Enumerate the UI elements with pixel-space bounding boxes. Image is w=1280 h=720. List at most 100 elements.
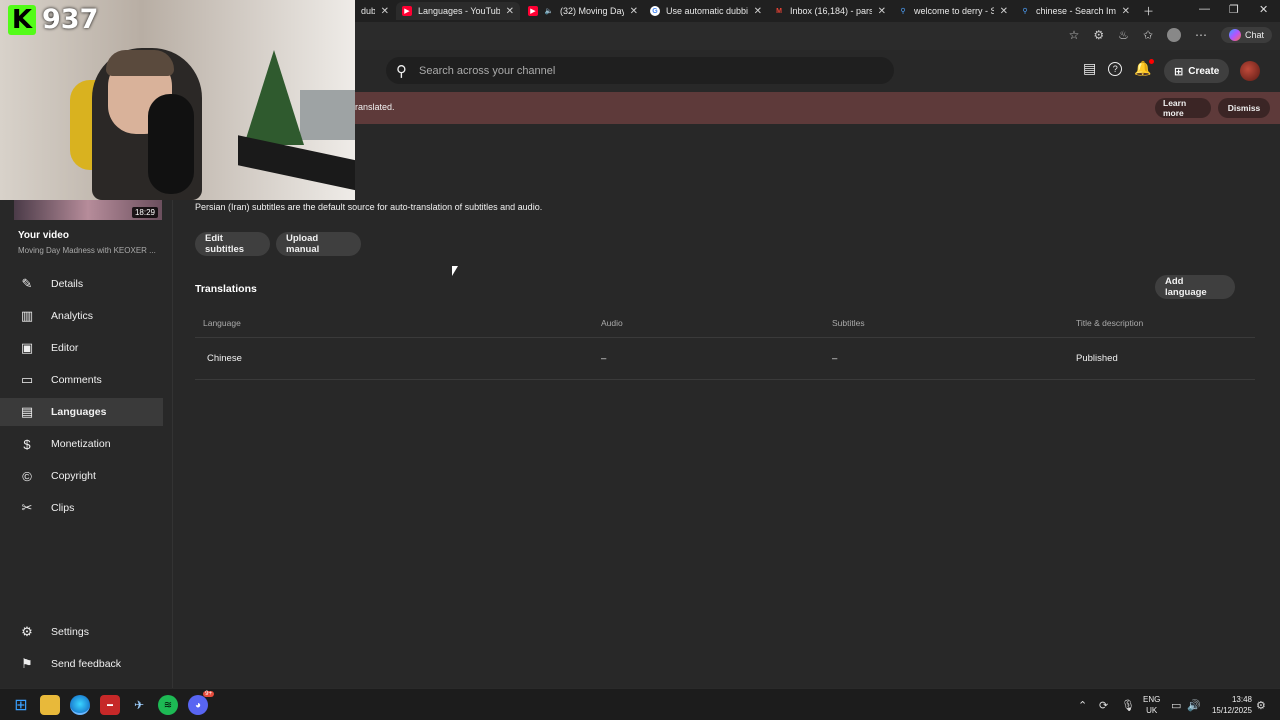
browser-tab[interactable]: ⚲ welcome to derry - Sea ✕ (892, 2, 1014, 20)
spotify-icon[interactable]: ≋ (158, 695, 178, 715)
sidebar-item-settings[interactable]: ⚙ Settings (0, 618, 163, 646)
studio-sidebar: 18:29 Your video Moving Day Madness with… (0, 200, 173, 688)
browser-tab[interactable]: G Use automatic dubbing ✕ (644, 2, 768, 20)
close-tab-icon[interactable]: ✕ (630, 6, 638, 17)
network-icon[interactable]: ▭ (1171, 689, 1181, 720)
profile-icon[interactable] (1166, 28, 1181, 42)
browser-tab[interactable]: ▶ 🔈 (32) Moving Day M ✕ (522, 2, 644, 20)
notifications-icon[interactable]: 🔔 (1134, 59, 1154, 77)
system-clock[interactable]: 13:48 15/12/2025 (1212, 694, 1252, 716)
help-icon[interactable]: ? (1108, 61, 1123, 76)
video-duration: 18:29 (131, 207, 158, 218)
language-code: ENG (1143, 695, 1161, 704)
speaker-icon[interactable]: 🔈 (544, 6, 554, 16)
account-avatar[interactable] (1240, 61, 1260, 81)
sidebar-item-feedback[interactable]: ⚑ Send feedback (0, 650, 163, 678)
learn-more-button[interactable]: Learn more (1155, 98, 1211, 118)
row-language: Chinese (207, 353, 242, 364)
kick-logo-icon: K (8, 4, 36, 35)
channel-search-bar[interactable]: ⚲ Search across your channel (386, 57, 894, 84)
close-tab-icon[interactable]: ✕ (506, 6, 514, 17)
edge-browser-icon[interactable] (70, 695, 90, 715)
sidebar-item-label: Copyright (51, 470, 96, 482)
mouse-cursor (452, 266, 458, 276)
row-title-description[interactable]: Published (1076, 338, 1118, 379)
christmas-tree (244, 50, 304, 145)
search-icon: ⚲ (1022, 8, 1028, 15)
show-hidden-icons[interactable]: ⌃ (1078, 689, 1087, 720)
webcam-window (300, 90, 355, 140)
chat-label: Chat (1244, 30, 1264, 40)
input-language[interactable]: ENG UK (1143, 694, 1160, 716)
microphone-icon[interactable]: 🎙 (1121, 689, 1135, 720)
file-explorer-icon[interactable] (40, 695, 60, 715)
search-icon: ⚲ (396, 62, 407, 80)
youtube-icon: ▶ (528, 6, 538, 16)
favorites-icon[interactable]: ✩ (1143, 28, 1153, 42)
dismiss-button[interactable]: Dismiss (1218, 98, 1270, 118)
notification-center-icon[interactable]: ⚙ (1256, 689, 1266, 720)
close-tab-icon[interactable]: ✕ (878, 6, 886, 17)
editor-icon: ▣ (20, 340, 34, 355)
gmail-icon: M (776, 7, 782, 15)
browser-tab[interactable]: M Inbox (16,184) - parsali ✕ (768, 2, 892, 20)
sync-icon[interactable]: ⟳ (1099, 689, 1108, 720)
clock-time: 13:48 (1231, 695, 1252, 704)
sidebar-item-comments[interactable]: ▭ Comments (0, 366, 163, 394)
minimize-icon[interactable]: — (1199, 3, 1210, 15)
create-button[interactable]: ⊞ Create (1164, 59, 1230, 83)
close-tab-icon[interactable]: ✕ (1122, 6, 1130, 17)
upload-manual-button[interactable]: Upload manual (276, 232, 361, 256)
copilot-icon (1228, 29, 1241, 41)
close-window-icon[interactable]: ✕ (1259, 3, 1268, 16)
browser-tab-active[interactable]: ▶ Languages - YouTube S ✕ (396, 2, 520, 20)
browser-toolbar-icons: ☆ ⚙ ♨ ✩ ⋯ Chat (1069, 27, 1272, 43)
feedback-icon[interactable]: ▤ (1083, 60, 1096, 77)
tab-title: Inbox (16,184) - parsali (790, 6, 872, 16)
close-tab-icon[interactable]: ✕ (1000, 6, 1008, 17)
app-icon[interactable]: ▬ (100, 695, 120, 715)
windows-taskbar: ⊞ ▬ ✈ ≋ ◕ 9+ ⌃ ⟳ 🎙 ENG UK ▭ 🔊 13:48 15/1… (0, 688, 1280, 720)
discord-icon[interactable]: ◕ 9+ (188, 691, 214, 715)
edit-subtitles-button[interactable]: Edit subtitles (195, 232, 270, 256)
translations-title: Translations (195, 283, 257, 295)
row-audio: – (601, 353, 607, 364)
video-title: Moving Day Madness with KEOXER ... (18, 246, 156, 255)
tab-title: welcome to derry - Sea (914, 6, 994, 16)
screen: dubbing ✕ ▶ Languages - YouTube S ✕ ▶ 🔈 … (0, 0, 1280, 720)
restore-icon[interactable]: ❐ (1229, 3, 1239, 16)
extensions-icon[interactable]: ⚙ (1093, 28, 1104, 42)
add-language-button[interactable]: Add language (1155, 275, 1235, 299)
table-row[interactable]: Chinese – – Published (195, 338, 1255, 380)
scissors-icon: ✂ (21, 500, 33, 515)
sidebar-item-label: Comments (51, 374, 102, 386)
windows-start-icon[interactable]: ⊞ (11, 695, 31, 715)
sidebar-item-details[interactable]: ✎ Details (0, 270, 163, 298)
sidebar-item-languages[interactable]: ▤ Languages (0, 398, 163, 426)
browser-tab[interactable]: ⚲ chinese - Search Image ✕ (1014, 2, 1136, 20)
close-tab-icon[interactable]: ✕ (381, 6, 389, 17)
sidebar-item-analytics[interactable]: ▥ Analytics (0, 302, 163, 330)
tab-title: (32) Moving Day M (560, 6, 624, 16)
copilot-chat-button[interactable]: Chat (1220, 27, 1272, 43)
sidebar-item-editor[interactable]: ▣ Editor (0, 334, 163, 362)
video-thumbnail[interactable]: 18:29 (14, 200, 162, 220)
more-options-icon[interactable]: ⋯ (1195, 28, 1207, 42)
info-banner: ranslated. Learn more Dismiss (355, 92, 1280, 124)
search-input[interactable]: Search across your channel (419, 65, 555, 77)
browser-tab[interactable]: dubbing ✕ (355, 2, 395, 20)
microphone (148, 94, 194, 194)
volume-icon[interactable]: 🔊 (1187, 689, 1201, 720)
sidebar-item-copyright[interactable]: © Copyright (0, 462, 163, 490)
banner-text: ranslated. (355, 102, 395, 112)
sidebar-item-label: Settings (51, 626, 89, 638)
sidebar-item-label: Clips (51, 502, 75, 514)
favorite-star-icon[interactable]: ☆ (1069, 28, 1080, 42)
performance-icon[interactable]: ♨ (1118, 28, 1129, 42)
sidebar-item-monetization[interactable]: $ Monetization (0, 430, 163, 458)
new-tab-icon[interactable]: ＋ (1143, 3, 1154, 19)
subtitles-icon: ▤ (20, 404, 34, 419)
sidebar-item-clips[interactable]: ✂ Clips (0, 494, 163, 522)
close-tab-icon[interactable]: ✕ (754, 6, 762, 17)
steam-icon[interactable]: ✈ (129, 695, 149, 715)
